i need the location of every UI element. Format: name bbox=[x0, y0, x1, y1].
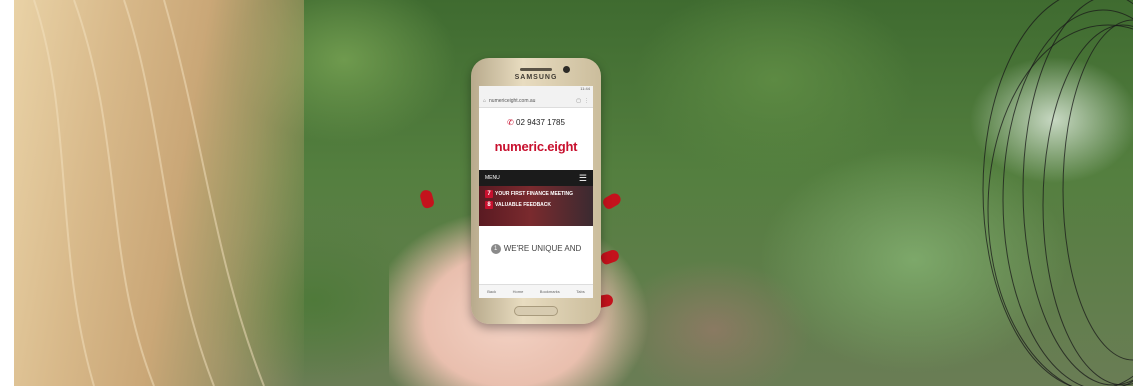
hero-text: WE'RE UNIQUE AND bbox=[503, 244, 582, 253]
hero-heading: 1 WE'RE UNIQUE AND bbox=[479, 244, 593, 254]
browser-url-bar[interactable]: ⌂ numericeight.com.au ▢ ⋮ bbox=[479, 94, 593, 108]
nav-bookmarks[interactable]: Bookmarks bbox=[540, 289, 560, 294]
browser-bottom-nav[interactable]: Back Home Bookmarks Tabs bbox=[479, 284, 593, 298]
status-time: 11:44 bbox=[580, 86, 590, 91]
url-text[interactable]: numericeight.com.au bbox=[489, 98, 573, 104]
hair-strands bbox=[33, 0, 265, 386]
banner-line: 8 VALUABLE FEEDBACK bbox=[485, 201, 587, 209]
hero-step-badge: 1 bbox=[490, 244, 501, 254]
banner-text: VALUABLE FEEDBACK bbox=[495, 202, 552, 208]
phone-icon: ✆ bbox=[507, 118, 514, 127]
phone-screen[interactable]: 11:44 ⌂ numericeight.com.au ▢ ⋮ ✆ 02 943… bbox=[479, 86, 593, 298]
decorative-arcs bbox=[982, 0, 1133, 386]
status-bar: 11:44 bbox=[479, 86, 593, 94]
banner-text: YOUR FIRST FINANCE MEETING bbox=[495, 191, 574, 197]
site-logo[interactable]: numeric.eight bbox=[479, 139, 593, 154]
menu-label[interactable]: MENU bbox=[485, 175, 500, 181]
photo-frame: SAMSUNG 11:44 ⌂ numericeight.com.au ▢ ⋮ … bbox=[14, 0, 1133, 386]
smartphone: SAMSUNG 11:44 ⌂ numericeight.com.au ▢ ⋮ … bbox=[471, 58, 601, 324]
step-badge: 7 bbox=[485, 190, 493, 198]
contact-phone[interactable]: ✆ 02 9437 1785 bbox=[479, 118, 593, 127]
phone-brand: SAMSUNG bbox=[514, 74, 558, 81]
nav-tabs[interactable]: Tabs bbox=[576, 289, 584, 294]
site-menu-bar[interactable]: MENU ☰ bbox=[479, 170, 593, 186]
phone-home-button bbox=[514, 306, 558, 316]
nav-back[interactable]: Back bbox=[487, 289, 496, 294]
overflow-menu-icon[interactable]: ⋮ bbox=[584, 98, 589, 104]
tabs-icon[interactable]: ▢ bbox=[576, 98, 581, 104]
home-icon[interactable]: ⌂ bbox=[483, 98, 486, 104]
step-badge: 8 bbox=[485, 201, 493, 209]
nav-home[interactable]: Home bbox=[513, 289, 524, 294]
banner-line: 7 YOUR FIRST FINANCE MEETING bbox=[485, 190, 587, 198]
phone-number[interactable]: 02 9437 1785 bbox=[516, 118, 565, 127]
earpiece bbox=[520, 68, 552, 71]
hamburger-icon[interactable]: ☰ bbox=[579, 173, 587, 183]
front-camera bbox=[563, 66, 570, 73]
promo-banner[interactable]: 7 YOUR FIRST FINANCE MEETING 8 VALUABLE … bbox=[479, 186, 593, 226]
